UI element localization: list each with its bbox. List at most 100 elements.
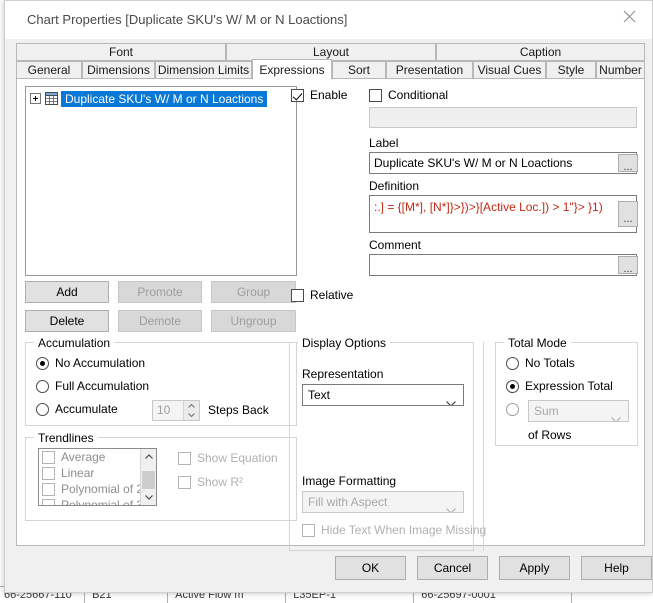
scrollbar-thumb[interactable] [142, 471, 155, 489]
image-formatting-select[interactable]: Fill with Aspect [302, 491, 464, 513]
listbox-scrollbar[interactable] [140, 449, 156, 505]
show-equation-label: Show Equation [197, 451, 278, 465]
demote-button[interactable]: Demote [118, 310, 202, 332]
steps-back-stepper[interactable]: 10 [152, 400, 200, 421]
show-r2-checkbox[interactable]: Show R² [178, 475, 243, 489]
close-icon[interactable] [606, 1, 652, 31]
tab-dimensions[interactable]: Dimensions [82, 61, 155, 79]
tab-sort[interactable]: Sort [332, 61, 386, 79]
panel-divider [483, 342, 484, 551]
radio-label: Full Accumulation [55, 379, 150, 393]
tab-expressions[interactable]: Expressions [252, 59, 332, 80]
total-mode-title: Total Mode [504, 336, 571, 350]
chevron-down-icon [446, 393, 456, 405]
steps-back-label: Steps Back [208, 403, 269, 417]
expressions-tab-panel: Duplicate SKU's W/ M or N Loactions Add … [16, 79, 645, 551]
checkbox-icon [291, 88, 304, 102]
add-button[interactable]: Add [25, 281, 109, 303]
trendlines-group: Trendlines Average Linear Polynomial of … [25, 431, 297, 521]
definition-input[interactable]: :.] = {[M*], [N*]}>})>}[Active Loc.]) > … [369, 195, 637, 233]
tab-style[interactable]: Style [546, 61, 596, 79]
comment-input[interactable] [369, 254, 637, 276]
list-item[interactable]: Linear [39, 465, 156, 481]
tab-caption[interactable]: Caption [436, 43, 645, 61]
image-formatting-label: Image Formatting [302, 474, 397, 488]
tab-strip: Font Layout Caption General Dimensions D… [16, 43, 645, 80]
scroll-up-icon[interactable] [141, 449, 156, 464]
definition-browse-button[interactable]: ... [618, 201, 638, 227]
enable-checkbox[interactable]: Enable [291, 88, 347, 102]
tree-item-label: Duplicate SKU's W/ M or N Loactions [61, 90, 268, 107]
checkbox-icon [291, 288, 304, 302]
list-item-label: Average [61, 450, 106, 464]
aggregation-select[interactable]: Sum [528, 400, 629, 422]
checkbox-icon [178, 451, 191, 465]
dialog-titlebar: Chart Properties [Duplicate SKU's W/ M o… [5, 1, 652, 39]
checkbox-icon[interactable] [42, 482, 55, 496]
of-rows-label: of Rows [528, 428, 572, 442]
stepper-up-icon[interactable] [184, 401, 199, 411]
ok-button[interactable]: OK [335, 556, 406, 580]
radio-accumulate[interactable]: Accumulate [36, 402, 118, 416]
representation-value: Text [308, 388, 331, 402]
relative-checkbox[interactable]: Relative [291, 288, 353, 302]
show-equation-checkbox[interactable]: Show Equation [178, 451, 278, 465]
group-button[interactable]: Group [211, 281, 296, 303]
list-item[interactable]: Average [39, 449, 156, 465]
help-button[interactable]: Help [581, 556, 652, 580]
aggregation-value: Sum [534, 404, 559, 418]
radio-full-accumulation[interactable]: Full Accumulation [36, 379, 149, 393]
conditional-label: Conditional [388, 88, 449, 102]
checkbox-icon [369, 88, 382, 102]
steps-back-value: 10 [157, 403, 171, 417]
conditional-checkbox[interactable]: Conditional [369, 88, 448, 102]
radio-icon [506, 403, 519, 416]
trendlines-listbox[interactable]: Average Linear Polynomial of 2nd d Polyn… [38, 448, 157, 506]
show-r2-label: Show R² [197, 475, 244, 489]
tab-font[interactable]: Font [16, 43, 226, 61]
stepper-down-icon[interactable] [184, 411, 199, 421]
delete-button[interactable]: Delete [25, 310, 109, 332]
radio-label: Expression Total [525, 379, 613, 393]
hide-text-checkbox[interactable]: Hide Text When Image Missing [302, 523, 486, 537]
radio-icon [36, 379, 49, 393]
tab-number[interactable]: Number [596, 61, 645, 79]
ungroup-button[interactable]: Ungroup [211, 310, 296, 332]
comment-browse-button[interactable]: ... [618, 256, 638, 275]
representation-label: Representation [302, 367, 384, 381]
radio-no-accumulation[interactable]: No Accumulation [36, 356, 145, 370]
list-item[interactable]: Polynomial of 3rd d [39, 497, 156, 505]
radio-icon [36, 356, 49, 370]
dialog-footer: OK Cancel Apply Help [5, 546, 652, 592]
tab-visual-cues[interactable]: Visual Cues [473, 61, 546, 79]
tab-row-bottom: General Dimensions Dimension Limits Expr… [16, 59, 645, 80]
chart-table-icon [45, 92, 58, 105]
expand-plus-icon[interactable] [30, 93, 41, 104]
tab-presentation[interactable]: Presentation [386, 61, 473, 79]
radio-expression-total[interactable]: Expression Total [506, 379, 613, 393]
checkbox-icon[interactable] [42, 466, 55, 480]
expression-tree[interactable]: Duplicate SKU's W/ M or N Loactions [25, 86, 297, 276]
conditional-input[interactable] [369, 107, 637, 128]
checkbox-icon[interactable] [42, 498, 55, 505]
checkbox-icon[interactable] [42, 450, 55, 464]
promote-button[interactable]: Promote [118, 281, 202, 303]
radio-aggregation-total[interactable] [506, 403, 525, 416]
definition-field-title: Definition [369, 179, 420, 193]
list-item[interactable]: Polynomial of 2nd d [39, 481, 156, 497]
radio-no-totals[interactable]: No Totals [506, 356, 575, 370]
tree-item[interactable]: Duplicate SKU's W/ M or N Loactions [30, 90, 294, 107]
representation-select[interactable]: Text [302, 384, 464, 406]
stepper-buttons[interactable] [183, 401, 199, 420]
tab-dimension-limits[interactable]: Dimension Limits [155, 61, 252, 79]
label-browse-button[interactable]: ... [618, 154, 638, 173]
cancel-button[interactable]: Cancel [417, 556, 488, 580]
apply-button[interactable]: Apply [499, 556, 570, 580]
total-mode-group: Total Mode No Totals Expression Total Su… [495, 336, 638, 446]
label-input[interactable]: Duplicate SKU's W/ M or N Loactions [369, 152, 637, 174]
dialog-title: Chart Properties [Duplicate SKU's W/ M o… [27, 12, 348, 27]
tab-general[interactable]: General [16, 61, 82, 79]
scroll-down-icon[interactable] [141, 490, 156, 505]
display-options-group: Display Options Representation Text Imag… [289, 336, 486, 551]
list-item-label: Linear [61, 466, 95, 480]
